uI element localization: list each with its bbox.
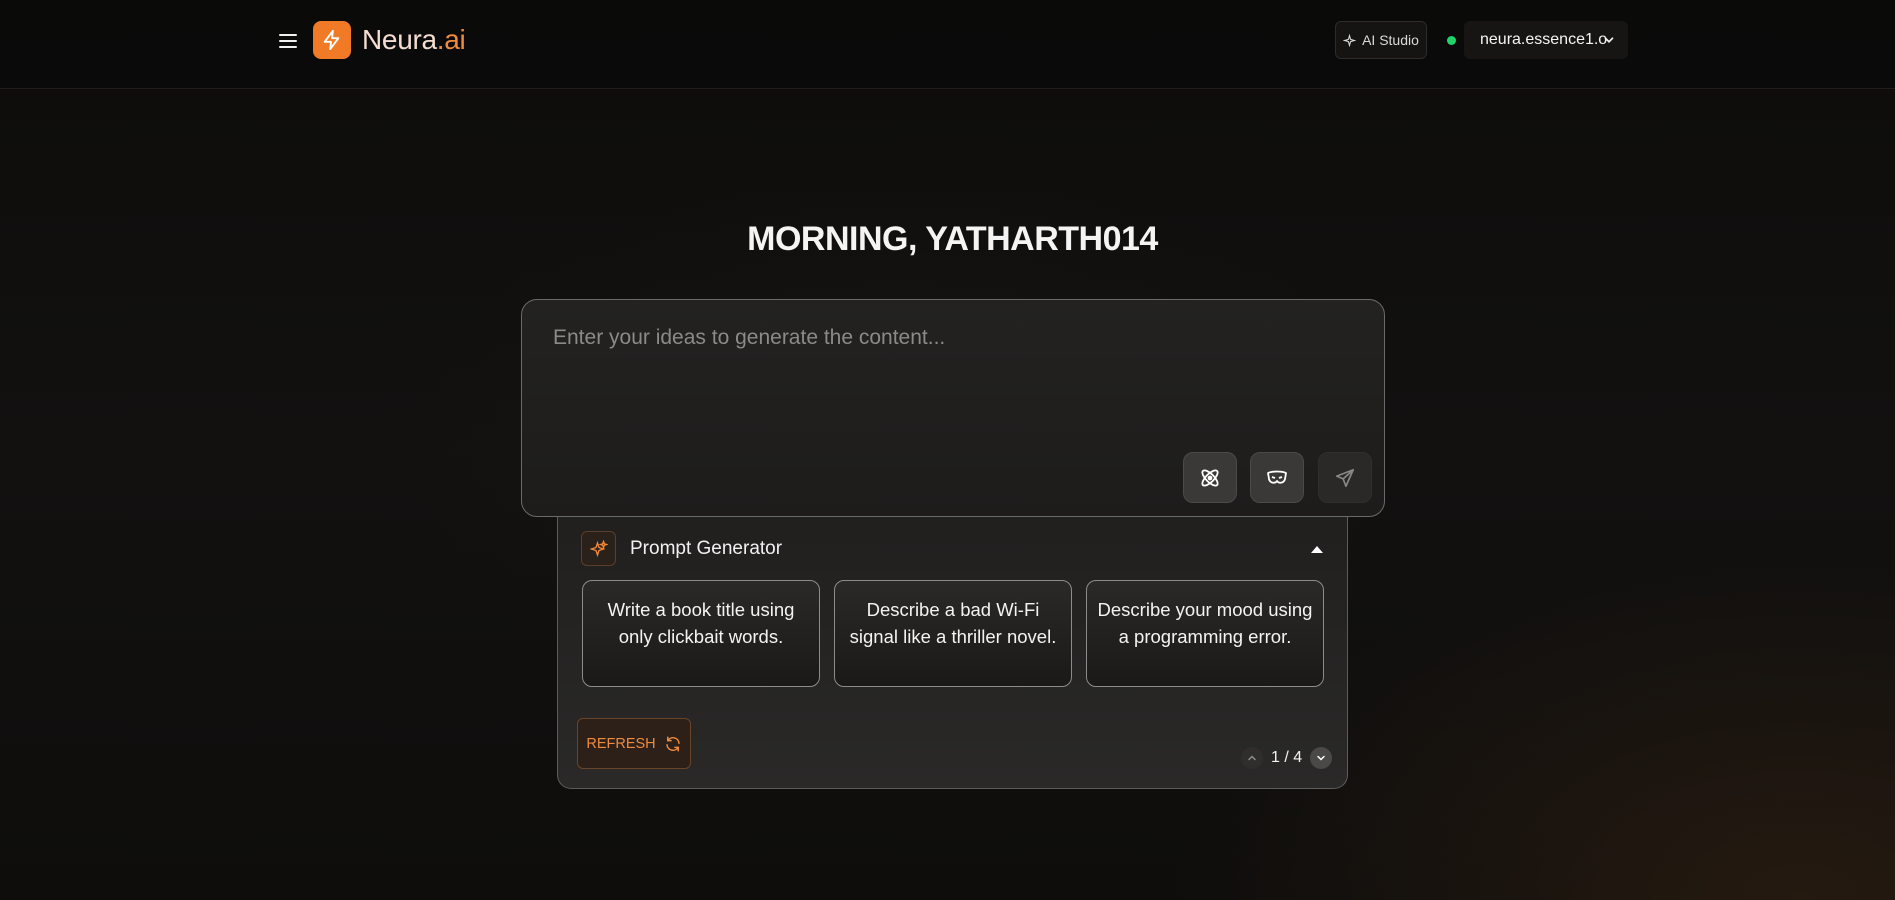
bolt-icon <box>313 21 351 59</box>
prompt-input[interactable] <box>553 326 1353 436</box>
ai-studio-button[interactable]: AI Studio <box>1335 21 1427 59</box>
triangle-up-icon <box>1311 546 1323 553</box>
model-name: neura.essence1.o <box>1480 31 1608 48</box>
prompt-generator-panel: Prompt Generator Write a book title usin… <box>557 505 1348 789</box>
mask-icon <box>1267 470 1287 484</box>
sparkle-icon <box>581 531 616 566</box>
atom-button[interactable] <box>1183 452 1237 503</box>
atom-icon <box>1201 468 1219 487</box>
app-root: Neura.ai AI Studio neura.essence1.o MORN… <box>0 0 1895 900</box>
mask-button[interactable] <box>1250 452 1304 503</box>
refresh-button[interactable]: REFRESH <box>577 718 691 769</box>
prompt-box <box>521 299 1385 517</box>
chevron-up-icon <box>1248 755 1256 761</box>
send-button[interactable] <box>1318 452 1372 503</box>
sparkle-icon <box>1343 33 1357 47</box>
collapse-toggle[interactable] <box>1310 541 1326 553</box>
status-indicator <box>1447 36 1456 45</box>
refresh-icon <box>665 736 680 751</box>
prompt-suggestion-card[interactable]: Write a book title using only clickbait … <box>582 580 820 687</box>
next-page-button[interactable] <box>1310 747 1333 769</box>
refresh-label: REFRESH <box>586 735 656 752</box>
brand-logo-text[interactable]: Neura.ai <box>362 22 466 58</box>
menu-icon[interactable] <box>279 30 299 52</box>
brand-name: Neura <box>362 24 437 55</box>
send-icon <box>1335 468 1355 487</box>
previous-page-button[interactable] <box>1241 747 1263 769</box>
prompt-suggestion-card[interactable]: Describe a bad Wi-Fi signal like a thril… <box>834 580 1072 687</box>
brand-suffix: .ai <box>436 24 466 55</box>
prompt-generator-title: Prompt Generator <box>630 538 783 559</box>
page-indicator: 1 / 4 <box>1271 749 1303 766</box>
greeting-title: MORNING, YATHARTH014 <box>747 220 1158 258</box>
chevron-down-icon <box>1604 37 1614 43</box>
pagination: 1 / 4 <box>1241 747 1333 769</box>
top-bar: Neura.ai AI Studio neura.essence1.o <box>0 0 1895 89</box>
ai-studio-label: AI Studio <box>1362 32 1419 48</box>
model-selector[interactable]: neura.essence1.o <box>1464 21 1628 59</box>
prompt-suggestion-card[interactable]: Describe your mood using a programming e… <box>1086 580 1324 687</box>
chevron-down-icon <box>1317 755 1325 761</box>
